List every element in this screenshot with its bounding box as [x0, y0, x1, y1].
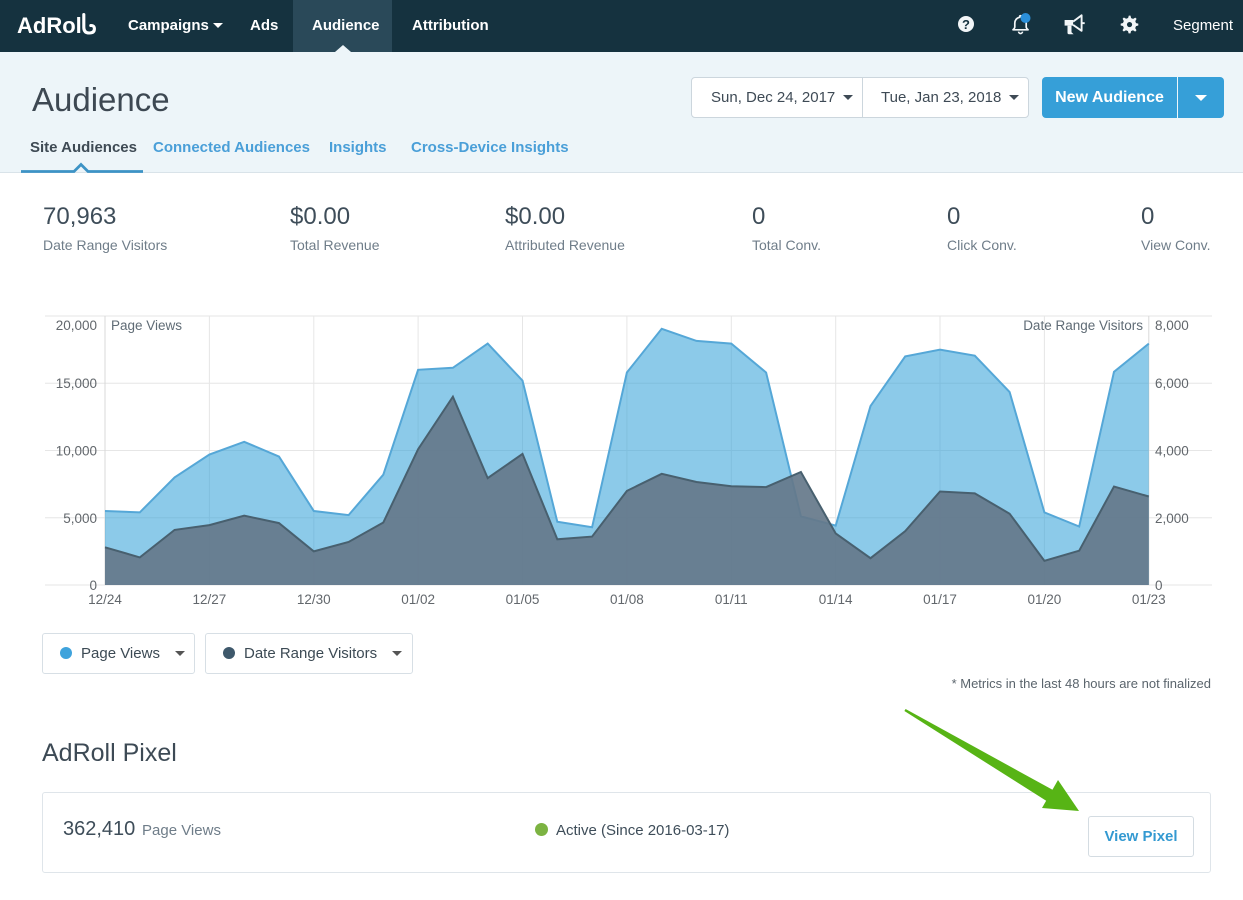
svg-text:15,000: 15,000 — [56, 376, 97, 391]
svg-text:6,000: 6,000 — [1155, 376, 1189, 391]
svg-text:01/23: 01/23 — [1132, 592, 1166, 607]
svg-text:12/30: 12/30 — [297, 592, 331, 607]
svg-text:10,000: 10,000 — [56, 444, 97, 459]
svg-text:2,000: 2,000 — [1155, 511, 1189, 526]
svg-text:01/20: 01/20 — [1028, 592, 1062, 607]
svg-text:01/14: 01/14 — [819, 592, 853, 607]
svg-text:01/11: 01/11 — [715, 592, 748, 607]
svg-text:01/02: 01/02 — [401, 592, 435, 607]
svg-text:5,000: 5,000 — [63, 511, 97, 526]
svg-text:Date Range Visitors: Date Range Visitors — [1023, 318, 1143, 333]
svg-text:Page Views: Page Views — [111, 318, 182, 333]
svg-text:01/08: 01/08 — [610, 592, 644, 607]
svg-text:01/05: 01/05 — [506, 592, 540, 607]
svg-text:4,000: 4,000 — [1155, 444, 1189, 459]
svg-text:AdRol: AdRol — [17, 13, 82, 38]
svg-text:12/27: 12/27 — [192, 592, 226, 607]
svg-text:8,000: 8,000 — [1155, 318, 1189, 333]
svg-text:12/24: 12/24 — [88, 592, 122, 607]
svg-text:?: ? — [962, 17, 970, 32]
svg-text:0: 0 — [1155, 578, 1163, 593]
svg-text:0: 0 — [89, 578, 97, 593]
svg-text:01/17: 01/17 — [923, 592, 957, 607]
svg-text:20,000: 20,000 — [56, 318, 97, 333]
